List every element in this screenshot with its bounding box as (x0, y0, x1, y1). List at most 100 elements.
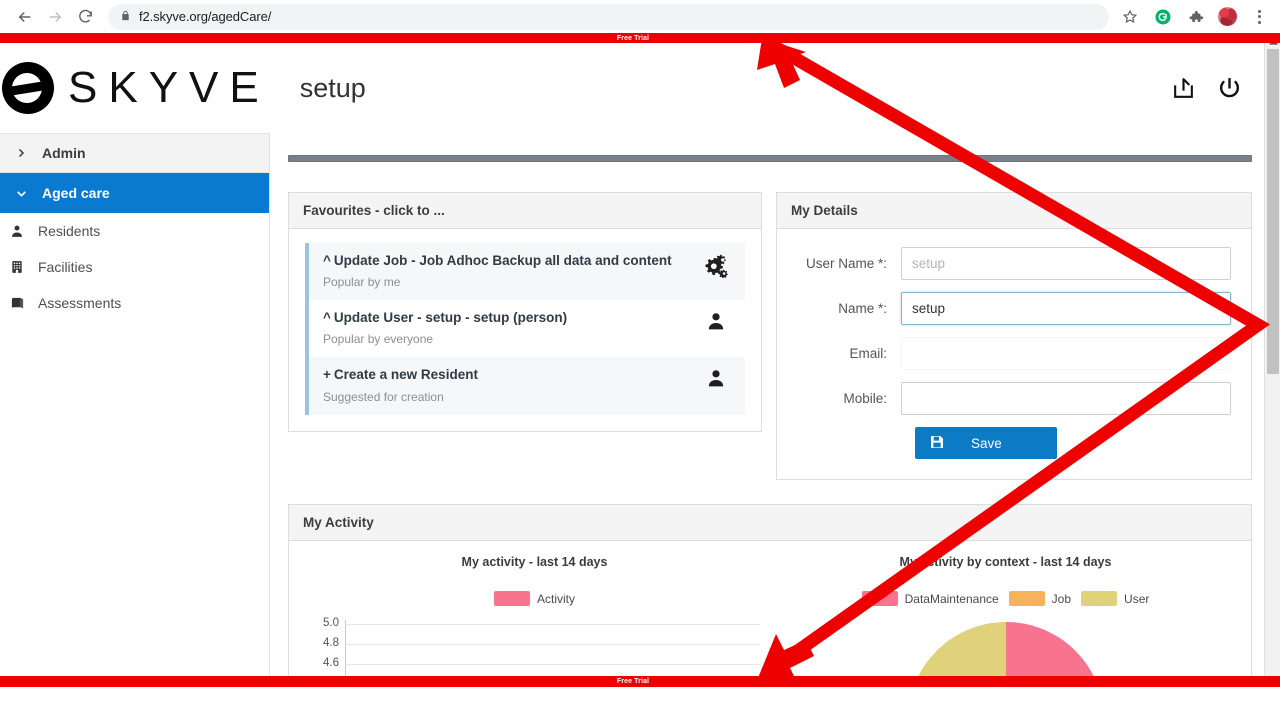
list-item[interactable]: ^ Update Job - Job Adhoc Backup all data … (305, 243, 745, 301)
reload-icon[interactable] (70, 2, 100, 32)
plus-marker: + (323, 367, 331, 383)
sidebar-item-label: Residents (38, 223, 101, 239)
bar-chart-legend: Activity (299, 591, 770, 606)
list-item[interactable]: ^ Update User - setup - setup (person) Po… (305, 300, 745, 358)
person-icon (699, 309, 733, 331)
legend-swatch-job (1008, 591, 1045, 606)
caret-up-marker: ^ (323, 310, 331, 326)
panel-row: Favourites - click to ... ^ Update Job - … (288, 192, 1252, 480)
star-icon[interactable] (1119, 6, 1141, 28)
name-input[interactable] (901, 292, 1231, 325)
y-tick-label: 4.6 (323, 657, 339, 669)
favourite-title-text: Update User - setup - setup (person) (333, 310, 568, 326)
legend-item[interactable]: Job (1008, 591, 1071, 606)
free-trial-banner-bottom: Free Trial (0, 676, 1280, 687)
address-bar[interactable]: f2.skyve.org/agedCare/ (108, 3, 1109, 30)
gridline (345, 664, 760, 665)
puzzle-piece-icon[interactable] (1185, 6, 1207, 28)
legend-label: User (1124, 591, 1150, 606)
gears-icon (699, 252, 733, 278)
chevron-right-icon (10, 147, 32, 159)
url-text: f2.skyve.org/agedCare/ (139, 9, 272, 24)
save-button-label: Save (971, 435, 1002, 451)
skyve-logo-icon (2, 62, 54, 114)
sidebar-item-aged-care[interactable]: Aged care (0, 173, 269, 213)
caret-up-marker: ^ (323, 253, 331, 268)
bar-chart-plot: 5.0 4.8 4.6 4.4 (299, 617, 770, 676)
favourite-subtitle: Suggested for creation (323, 389, 444, 404)
chevron-down-icon (10, 187, 32, 200)
mobile-input[interactable] (901, 382, 1231, 415)
activity-context-pie-chart: My activity by context - last 14 days Da… (770, 541, 1241, 676)
free-trial-label-bottom: Free Trial (616, 678, 650, 685)
building-icon (6, 260, 28, 274)
user-name-label: User Name *: (805, 256, 887, 271)
favourites-list: ^ Update Job - Job Adhoc Backup all data … (289, 229, 761, 431)
page-scrollbar[interactable] (1264, 33, 1280, 687)
sidebar-item-label: Facilities (38, 259, 93, 275)
pie-wrap (770, 622, 1241, 676)
scrollbar-thumb[interactable] (1267, 49, 1279, 374)
circle-arrow-icon[interactable] (1152, 6, 1174, 28)
sidebar: Admin Aged care Residents Facilities Ass… (0, 133, 270, 676)
browser-toolbar: f2.skyve.org/agedCare/ (0, 0, 1280, 33)
page-title: setup (299, 72, 366, 103)
skyve-application: SKYVE setup Admin Aged care Residents Fa… (0, 43, 1264, 676)
email-input[interactable] (901, 337, 1231, 370)
power-off-icon[interactable] (1216, 75, 1242, 101)
person-icon (6, 224, 28, 238)
my-details-panel-title: My Details (777, 193, 1251, 229)
sidebar-item-facilities[interactable]: Facilities (0, 249, 269, 285)
favourite-subtitle: Popular by me (323, 275, 401, 290)
field-row-email: Email: (791, 337, 1231, 370)
user-name-input[interactable] (901, 247, 1231, 280)
favourite-subtitle: Popular by everyone (323, 332, 434, 347)
favourite-title: ^ Update Job - Job Adhoc Backup all data … (323, 252, 699, 270)
email-label: Email: (849, 346, 887, 361)
my-activity-charts: My activity - last 14 days Activity 5.0 … (289, 541, 1251, 676)
forward-arrow-icon[interactable] (40, 2, 70, 32)
app-body: Admin Aged care Residents Facilities Ass… (0, 133, 1264, 676)
y-axis-line (345, 620, 346, 676)
legend-label: DataMaintenance (904, 591, 999, 606)
main-content: Favourites - click to ... ^ Update Job - … (270, 133, 1264, 676)
sidebar-item-label: Admin (42, 145, 86, 161)
header-actions (1170, 75, 1242, 101)
sidebar-item-label: Assessments (38, 295, 122, 311)
free-trial-label-top: Free Trial (616, 34, 650, 42)
sidebar-item-residents[interactable]: Residents (0, 213, 269, 249)
logo-text: SKYVE (68, 63, 270, 112)
favourite-content: ^ Update Job - Job Adhoc Backup all data … (323, 252, 699, 289)
favourite-title: + Create a new Resident (323, 366, 699, 384)
pie-chart-legend: DataMaintenance Job User (770, 591, 1241, 606)
pie-graphic (907, 622, 1104, 676)
lock-icon (120, 9, 131, 25)
favourites-panel: Favourites - click to ... ^ Update Job - … (288, 192, 762, 432)
save-button[interactable]: Save (915, 427, 1057, 459)
brand: SKYVE (0, 62, 270, 114)
favourite-content: ^ Update User - setup - setup (person) Po… (323, 309, 699, 346)
gridline (345, 624, 760, 625)
legend-item[interactable]: DataMaintenance (861, 591, 999, 606)
list-item[interactable]: + Create a new Resident Suggested for cre… (305, 357, 745, 415)
bar-chart-title: My activity - last 14 days (461, 555, 608, 569)
favourite-title-text: Update Job - Job Adhoc Backup all data a… (333, 253, 672, 268)
mobile-label: Mobile: (843, 391, 887, 406)
floppy-disk-save-icon (929, 434, 945, 453)
legend-item[interactable]: Activity (493, 591, 575, 606)
sidebar-item-assessments[interactable]: Assessments (0, 285, 269, 321)
my-activity-panel-title: My Activity (289, 505, 1251, 541)
three-dot-menu-icon[interactable] (1248, 6, 1270, 28)
legend-swatch-datamaintenance (861, 591, 898, 606)
legend-swatch-activity (493, 591, 530, 606)
profile-avatar-icon[interactable] (1218, 7, 1237, 26)
favourite-content: + Create a new Resident Suggested for cre… (323, 366, 699, 403)
back-arrow-icon[interactable] (10, 2, 40, 32)
legend-item[interactable]: User (1081, 591, 1149, 606)
free-trial-banner-top: Free Trial (0, 33, 1280, 43)
charts-row: My activity - last 14 days Activity 5.0 … (299, 541, 1241, 676)
sidebar-item-label: Aged care (42, 185, 110, 201)
sidebar-item-admin[interactable]: Admin (0, 133, 269, 173)
share-icon[interactable] (1170, 75, 1196, 101)
favourite-title: ^ Update User - setup - setup (person) (323, 309, 699, 327)
